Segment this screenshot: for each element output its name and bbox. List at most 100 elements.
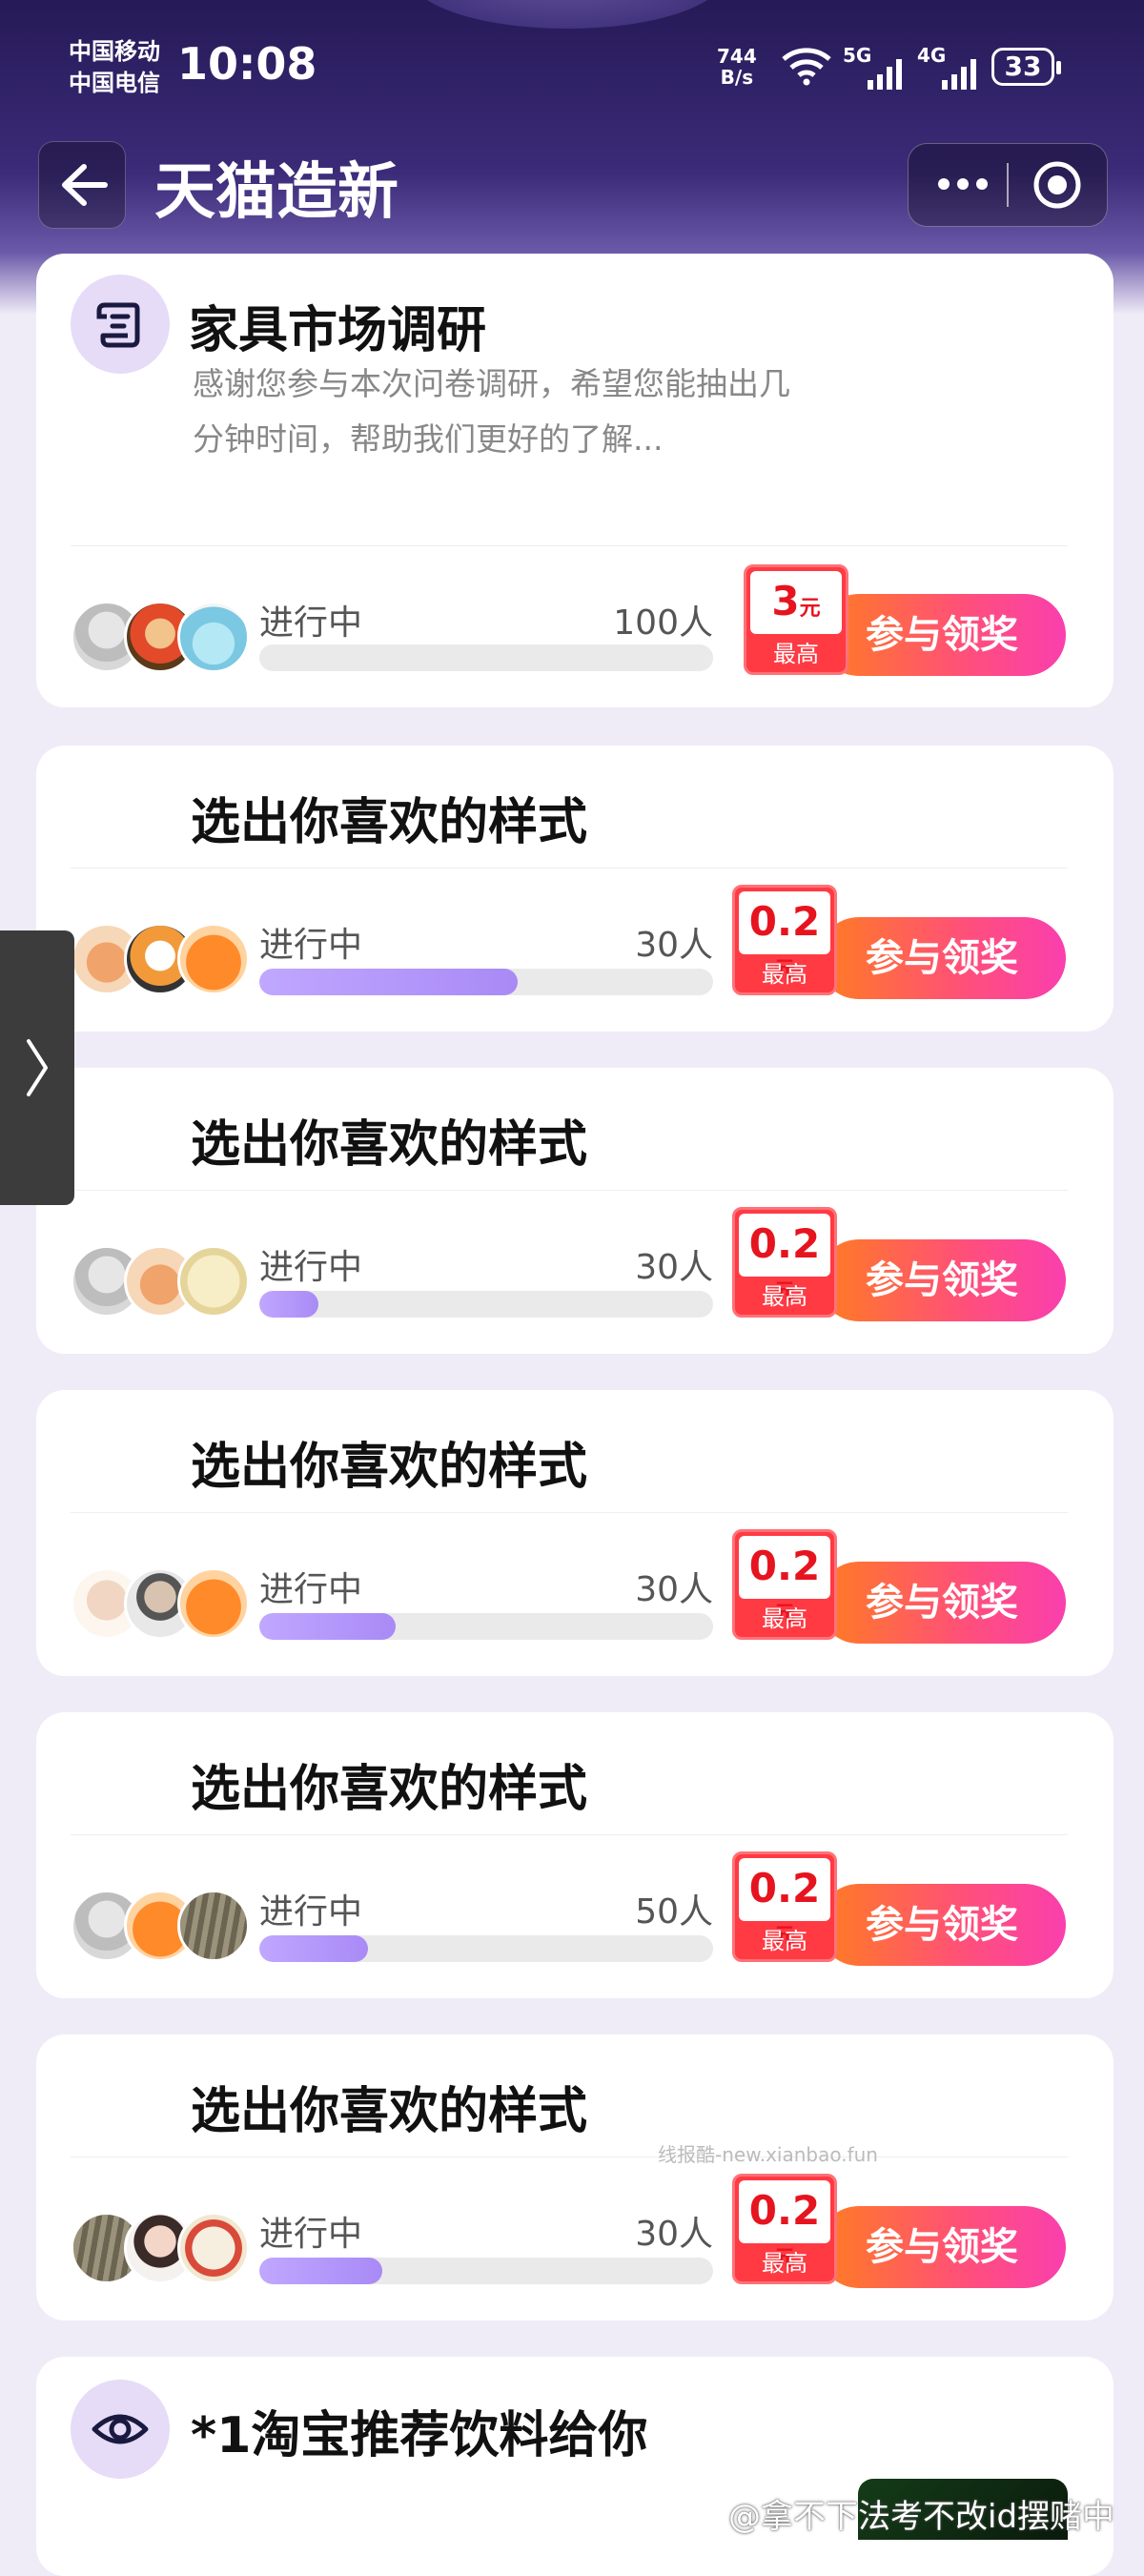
participant-avatars	[71, 2212, 261, 2284]
chevron-right-icon	[27, 1039, 48, 1096]
progress-fill	[259, 969, 519, 995]
survey-title: 家具市场调研	[189, 302, 487, 359]
reward-amount: 3	[771, 578, 800, 624]
participate-button[interactable]: 参与领奖	[818, 1239, 1066, 1321]
reward-amount: 0.2	[748, 1220, 821, 1267]
divider	[71, 1190, 1068, 1191]
participant-avatars	[71, 1567, 261, 1640]
participant-avatars	[71, 601, 261, 673]
status-bar: 中国移动 中国电信 10:08 744 B/s 5G 4G 33	[0, 0, 1144, 133]
progress-bar	[259, 2258, 713, 2284]
survey-card[interactable]: 家具市场调研 感谢您参与本次问卷调研，希望您能抽出几分钟时间，帮助我们更好的了解…	[36, 254, 1113, 707]
carrier-labels: 中国移动 中国电信	[69, 36, 160, 99]
reward-label: 最高	[762, 1605, 807, 1632]
carrier-1: 中国移动	[69, 38, 160, 65]
participate-button[interactable]: 参与领奖	[818, 2206, 1066, 2288]
reward-unit: 元	[799, 597, 821, 621]
status-label: 进行中	[259, 603, 363, 643]
carrier-2: 中国电信	[69, 70, 160, 96]
survey-card[interactable]: *1淘宝推荐饮料给你	[36, 2357, 1113, 2576]
capsule-divider	[1007, 163, 1009, 207]
reward-amount-box: 0.2元	[739, 1858, 830, 1949]
reward-badge: 0.2元 最高	[732, 1207, 837, 1318]
more-button[interactable]	[930, 165, 996, 203]
watermark-text: 线报酷-new.xianbao.fun	[658, 2143, 878, 2166]
reward-badge: 0.2元 最高	[732, 1529, 837, 1640]
reward-amount: 0.2	[748, 1865, 821, 1912]
reward-label: 最高	[762, 1928, 807, 1954]
survey-title: 选出你喜欢的样式	[191, 1116, 588, 1174]
reward-amount: 0.2	[748, 1543, 821, 1589]
net-speed-value: 744	[717, 45, 757, 68]
reward-badge: 0.2元 最高	[732, 1851, 837, 1962]
survey-icon-wrap	[71, 275, 170, 374]
reward-badge: 0.2元 最高	[732, 885, 837, 995]
weibo-watermark: @拿不下法考不改id摆赌中	[728, 2498, 1115, 2536]
survey-card[interactable]: 选出你喜欢的样式 进行中 30人 参与领奖 0.2元 最高	[36, 1068, 1113, 1354]
wifi-icon	[782, 48, 831, 86]
survey-title: 选出你喜欢的样式	[191, 794, 588, 851]
participant-avatars	[71, 1890, 261, 1962]
avatar	[177, 1890, 250, 1962]
survey-card[interactable]: 选出你喜欢的样式 进行中 30人 参与领奖 0.2元 最高	[36, 1390, 1113, 1676]
avatar	[177, 1567, 250, 1640]
participate-button[interactable]: 参与领奖	[818, 1884, 1066, 1966]
more-dots-icon	[938, 178, 988, 190]
divider	[71, 1512, 1068, 1513]
progress-fill	[259, 1613, 396, 1640]
reward-amount-box: 0.2元	[739, 891, 830, 982]
clock: 10:08	[177, 38, 317, 90]
survey-icon-wrap	[71, 2380, 170, 2479]
network-speed: 744 B/s	[717, 46, 757, 88]
participate-button[interactable]: 参与领奖	[818, 917, 1066, 999]
survey-card[interactable]: 选出你喜欢的样式 进行中 50人 参与领奖 0.2元 最高	[36, 1712, 1113, 1998]
progress-bar	[259, 1291, 713, 1318]
status-label: 进行中	[259, 926, 363, 965]
reward-amount-box: 0.2元	[739, 1214, 830, 1304]
survey-card[interactable]: 选出你喜欢的样式 进行中 30人 参与领奖 0.2元 最高	[36, 2034, 1113, 2320]
participate-button[interactable]: 参与领奖	[818, 594, 1066, 676]
reward-label: 最高	[762, 961, 807, 988]
participate-button[interactable]: 参与领奖	[818, 1562, 1066, 1644]
signal-bars-2-icon	[942, 59, 976, 90]
reward-amount-box: 0.2元	[739, 1536, 830, 1626]
avatar	[177, 2212, 250, 2284]
reward-amount-box: 3元	[750, 571, 842, 634]
progress-bar	[259, 644, 713, 671]
reward-badge: 3元 最高	[744, 564, 848, 675]
signal-bars-1-icon	[868, 59, 902, 90]
side-expand-tab[interactable]	[0, 930, 74, 1205]
progress-fill	[259, 1935, 369, 1962]
participant-count: 30人	[635, 926, 713, 965]
participant-count: 50人	[635, 1892, 713, 1932]
reward-amount-box: 0.2元	[739, 2180, 830, 2271]
reward-amount: 0.2	[748, 2187, 821, 2234]
participant-count: 30人	[635, 1248, 713, 1287]
status-label: 进行中	[259, 1248, 363, 1287]
reward-label: 最高	[773, 641, 819, 667]
progress-bar	[259, 1613, 713, 1640]
avatar	[177, 601, 250, 673]
reward-amount: 0.2	[748, 898, 821, 945]
progress-fill	[259, 1291, 318, 1318]
divider	[71, 868, 1068, 869]
arrow-left-icon	[62, 164, 108, 206]
net-speed-unit: B/s	[720, 66, 754, 89]
back-button[interactable]	[38, 141, 126, 229]
survey-title: 选出你喜欢的样式	[191, 1439, 588, 1496]
reward-badge: 0.2元 最高	[732, 2174, 837, 2284]
participant-count: 30人	[635, 1570, 713, 1609]
progress-fill	[259, 2258, 382, 2284]
survey-title: 选出你喜欢的样式	[191, 1761, 588, 1818]
scroll-icon	[96, 302, 140, 348]
close-miniprogram-icon[interactable]	[1032, 160, 1082, 210]
reward-label: 最高	[762, 1283, 807, 1310]
participant-avatars	[71, 923, 261, 995]
survey-card[interactable]: 选出你喜欢的样式 进行中 30人 参与领奖 0.2元 最高	[36, 746, 1113, 1032]
reward-label: 最高	[762, 2250, 807, 2277]
survey-title: *1淘宝推荐饮料给你	[191, 2407, 648, 2464]
mini-program-capsule	[908, 143, 1108, 227]
survey-title: 选出你喜欢的样式	[191, 2083, 588, 2140]
divider	[71, 545, 1068, 546]
avatar	[177, 923, 250, 995]
